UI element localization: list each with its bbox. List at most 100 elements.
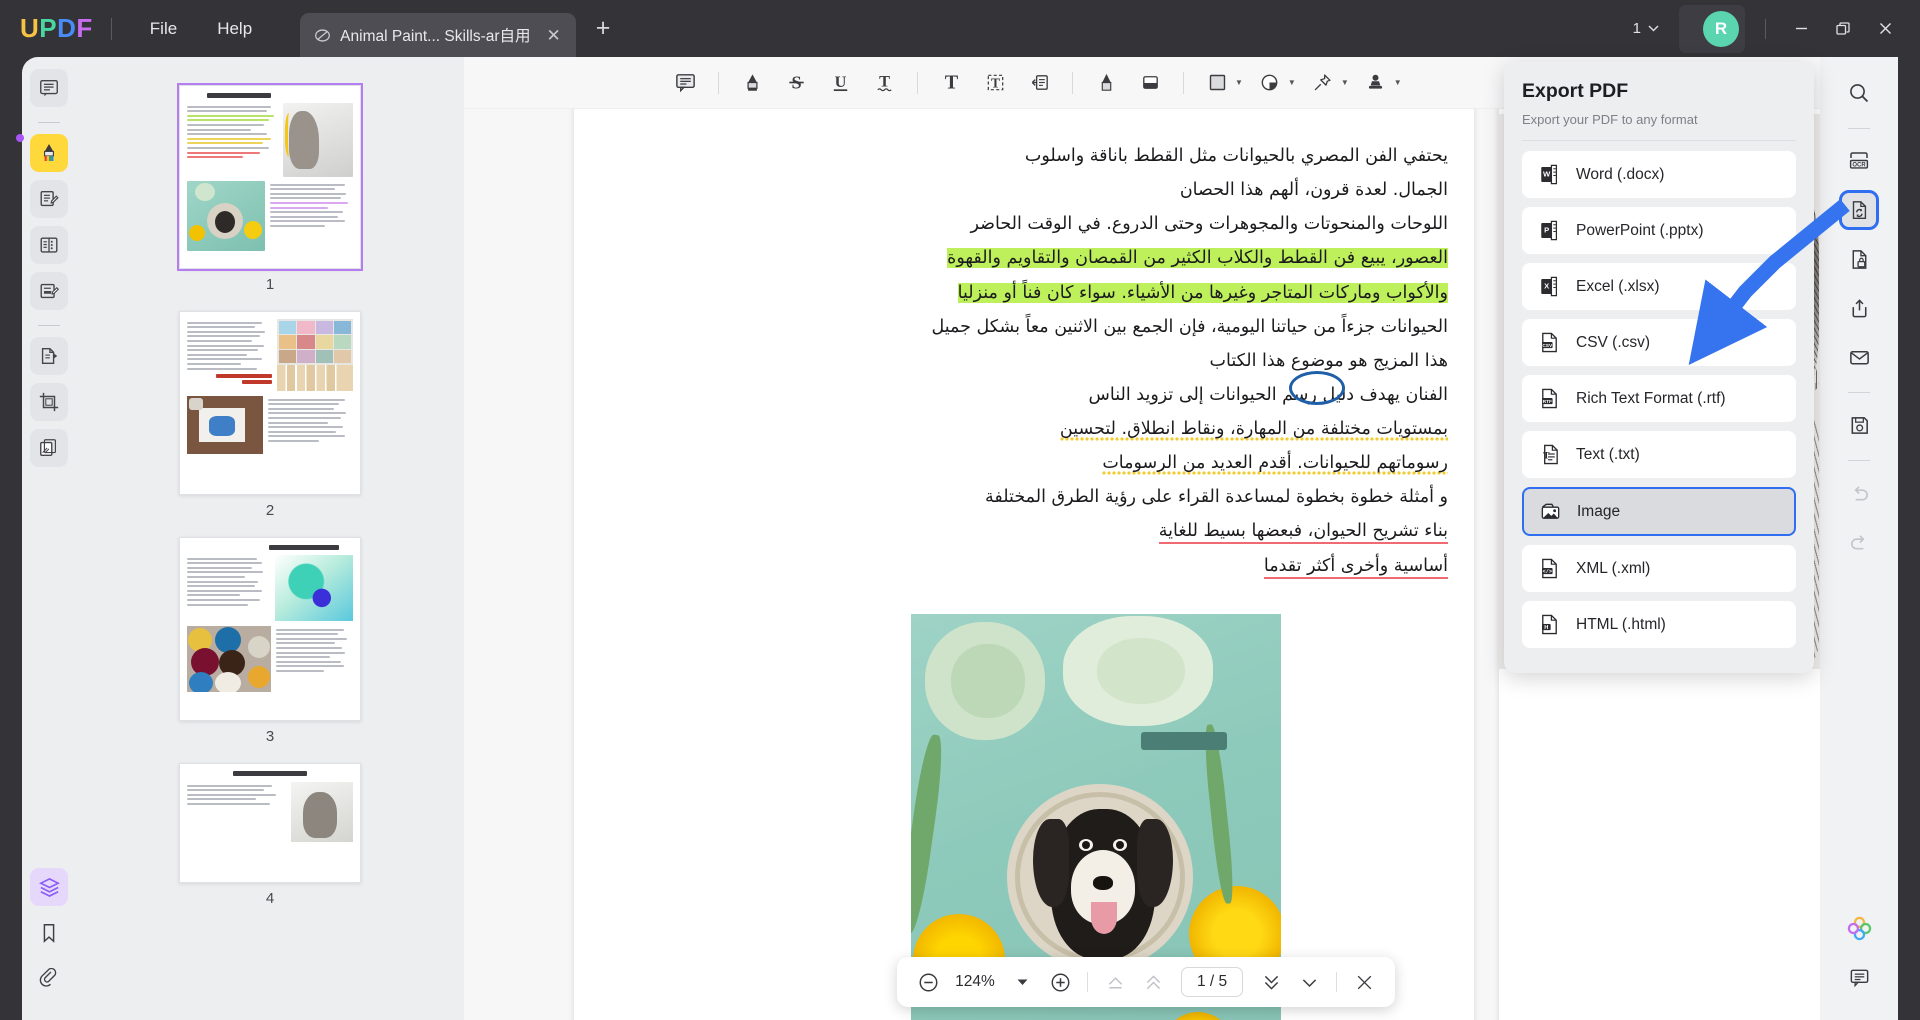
instance-count-dropdown[interactable]: 1 [1623,14,1669,43]
sidebar-edit-pdf-icon[interactable] [30,180,68,218]
menu-file[interactable]: File [130,13,197,45]
sidebar-annotate-icon[interactable] [30,134,68,172]
share-icon[interactable] [1839,288,1879,328]
ocr-icon[interactable]: OCR [1839,141,1879,181]
zoom-out-button[interactable] [911,965,945,999]
sidebar-page-tools-icon[interactable] [30,226,68,264]
new-tab-button[interactable]: + [596,14,611,43]
export-format-text[interactable]: T Text (.txt) [1522,431,1796,478]
email-icon[interactable] [1839,337,1879,377]
doc-line: والأكواب ، وماركات المتاجر وغيرها من الأ… [1539,828,1820,862]
text-tool[interactable]: T [930,64,972,102]
last-page-button[interactable] [1292,965,1326,999]
chevron-down-icon [1017,979,1027,985]
comment-list-icon[interactable] [1839,957,1879,997]
save-icon[interactable] [1839,405,1879,445]
maximize-button[interactable] [1822,11,1864,47]
svg-text:T: T [991,75,1000,90]
image-icon [1541,503,1560,519]
first-page-button[interactable] [1098,965,1132,999]
thumbnail-page-4[interactable] [179,763,361,883]
underline-tool[interactable]: U [819,64,861,102]
sidebar-bookmark-icon[interactable] [30,914,68,952]
zoom-in-button[interactable] [1043,965,1077,999]
doc-line: اللوحات والمنحوتات والمجوهرات وحتى الدرو… [1539,725,1820,759]
callout-tool[interactable] [1018,64,1060,102]
thumbnail-list: 1 2 3 4 [76,57,464,907]
export-format-word[interactable]: W Word (.docx) [1522,151,1796,198]
stamp-tool[interactable]: ▼ [1355,64,1406,102]
close-navigation-bar-button[interactable] [1347,965,1381,999]
shape-tool[interactable]: ▼ [1196,64,1247,102]
circle-annotation[interactable] [1289,371,1345,405]
page-number-input[interactable]: 1 / 5 [1181,967,1244,997]
export-format-xml[interactable]: </> XML (.xml) [1522,545,1796,592]
rail-divider-2 [38,325,60,326]
menu-help[interactable]: Help [197,13,272,45]
zoom-level-value[interactable]: 124% [949,973,1001,991]
sidebar-convert-icon[interactable] [30,337,68,375]
sidebar-reader-icon[interactable] [30,69,68,107]
export-format-html[interactable]: H HTML (.html) [1522,601,1796,648]
svg-text:RTF: RTF [1543,399,1552,405]
sidebar-crop-icon[interactable] [30,383,68,421]
thumbnail-page-1[interactable] [177,83,363,271]
ai-assistant-icon[interactable] [1839,908,1879,948]
squiggly-tool[interactable]: T [863,64,905,102]
export-panel-subtitle: Export your PDF to any format [1522,112,1698,127]
sticky-note-tool[interactable]: ▼ [1249,64,1300,102]
excel-icon: X [1541,276,1558,297]
thumbnail-panel[interactable]: 1 2 3 4 [76,57,464,1020]
document-page-1[interactable]: يحتفي الفن المصري بالحيوانات مثل القطط ب… [574,109,1474,1020]
export-format-label: XML (.xml) [1576,559,1651,577]
export-format-powerpoint[interactable]: P PowerPoint (.pptx) [1522,207,1796,254]
toolbar-divider-2 [917,71,918,94]
previous-page-button[interactable] [1136,965,1170,999]
thumbnail-item[interactable]: 3 [76,537,464,745]
export-format-rtf[interactable]: RTF Rich Text Format (.rtf) [1522,375,1796,422]
strikethrough-tool[interactable]: S [775,64,817,102]
export-format-excel[interactable]: X Excel (.xlsx) [1522,263,1796,310]
close-icon [1879,23,1891,34]
chevron-down-icon: ▼ [1393,78,1402,87]
sidebar-form-icon[interactable] [30,272,68,310]
comment-tool[interactable] [664,64,706,102]
text-box-tool[interactable]: T [974,64,1016,102]
avatar[interactable]: R [1703,10,1739,47]
export-format-csv[interactable]: CSV CSV (.csv) [1522,319,1796,366]
search-icon[interactable] [1839,73,1879,113]
account-avatar-wrapper[interactable]: R [1679,4,1745,53]
thumbnail-item[interactable]: 1 [76,83,464,293]
doc-line-highlighted: والأكواب وماركات المتاجر وغيرها من الأشي… [957,282,1448,303]
undo-icon[interactable] [1839,473,1879,513]
next-page-button[interactable] [1254,965,1288,999]
eraser-tool[interactable] [1129,64,1171,102]
convert-pdf-icon[interactable] [1839,190,1879,230]
doc-line-underlined: أساسية وأخرى أكثر تقدما [1263,555,1448,579]
minimize-button[interactable] [1780,11,1822,47]
sidebar-layers-icon[interactable] [30,868,68,906]
sidebar-organize-icon[interactable] [30,429,68,467]
protect-icon[interactable] [1839,239,1879,279]
redo-icon[interactable] [1839,522,1879,562]
pin-tool[interactable]: ▼ [1302,64,1353,102]
last-page-icon [1302,978,1316,987]
thumbnail-item[interactable]: 2 [76,311,464,519]
pencil-tool[interactable] [1085,64,1127,102]
zoom-dropdown-button[interactable] [1005,965,1039,999]
highlight-tool[interactable] [731,64,773,102]
logo-letter-p: P [39,13,58,43]
right-tool-rail: OCR [1820,57,1898,1020]
thumbnail-page-3[interactable] [179,537,361,721]
doc-line: و أمثلة خطوة بخطوة لمساعدة القراء على رؤ… [985,487,1448,508]
text-icon: T [944,72,958,94]
window-controls: 1 R [1623,4,1920,53]
document-tab[interactable]: Animal Paint... Skills-ar自用 ✕ [300,13,576,57]
thumbnail-item[interactable]: 4 [76,763,464,907]
thumbnail-page-2[interactable] [179,311,361,495]
close-window-button[interactable] [1864,11,1906,47]
svg-text:X: X [1544,282,1550,291]
tab-close-icon[interactable]: ✕ [544,24,564,47]
export-format-image[interactable]: Image [1522,487,1796,536]
sidebar-attachment-icon[interactable] [30,960,68,998]
